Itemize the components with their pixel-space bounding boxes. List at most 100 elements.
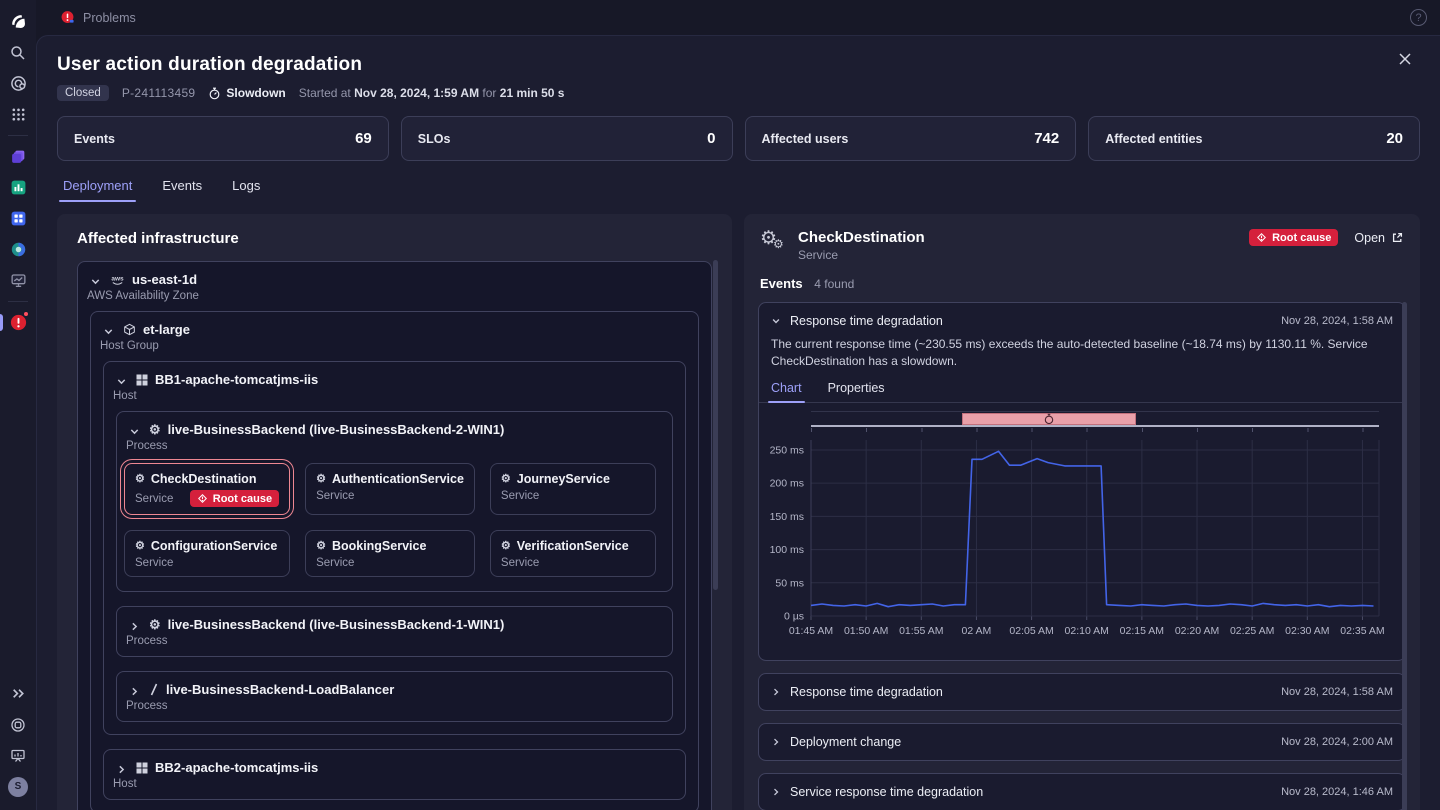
stat-label: Events (74, 131, 115, 146)
service-type: Service (500, 490, 540, 502)
app-launcher-icon[interactable] (0, 99, 36, 130)
clouds-app-icon[interactable] (0, 141, 36, 172)
node-name: BB2-apache-tomcatjms-iis (155, 760, 319, 775)
user-avatar[interactable]: S (0, 771, 36, 802)
tree-node-process-2-win1[interactable]: ⚙ live-BusinessBackend (live-BusinessBac… (116, 411, 673, 592)
tree-node-loadbalancer[interactable]: live-BusinessBackend-LoadBalancer Proces… (116, 671, 673, 722)
svg-text:01:45 AM: 01:45 AM (789, 625, 833, 637)
chevron-down-icon[interactable] (116, 376, 127, 387)
support-icon[interactable] (0, 709, 36, 740)
stat-value: 20 (1386, 130, 1403, 147)
chevron-right-icon[interactable] (129, 686, 140, 697)
tab-logs[interactable]: Logs (232, 178, 260, 202)
problem-window-highlight[interactable] (962, 412, 1137, 425)
chevron-right-icon[interactable] (116, 764, 127, 775)
svg-text:02:20 AM: 02:20 AM (1175, 625, 1219, 637)
warning-diamond-icon (1257, 233, 1267, 242)
svg-text:02:25 AM: 02:25 AM (1230, 625, 1274, 637)
usage-chart-icon[interactable] (0, 740, 36, 771)
service-type: Service (316, 490, 355, 502)
events-label: Events (760, 276, 803, 291)
service-chip-journeyservice[interactable]: ⚙ JourneyService Service (489, 463, 656, 515)
tree-node-availability-zone[interactable]: aws us-east-1d AWS Availability Zone et-… (77, 261, 712, 810)
tab-events[interactable]: Events (162, 178, 202, 202)
tree-node-host-bb1[interactable]: BB1-apache-tomcatjms-iis Host ⚙ live-Bus… (103, 361, 686, 735)
event-title: Response time degradation (790, 314, 943, 328)
event-card-collapsed[interactable]: Service response time degradation Nov 28… (758, 772, 1406, 810)
hosts-app-icon[interactable] (0, 265, 36, 296)
event-card-header[interactable]: Response time degradation Nov 28, 2024, … (759, 303, 1405, 328)
root-cause-badge: Root cause (1249, 229, 1339, 246)
event-description: The current response time (~230.55 ms) e… (771, 337, 1368, 368)
chevron-down-icon[interactable] (103, 326, 114, 337)
service-chip-bookingservice[interactable]: ⚙ BookingService Service (305, 530, 475, 577)
tree-node-host-group[interactable]: et-large Host Group BB1-apache-tomcatjms… (90, 311, 699, 810)
rail-divider (8, 135, 28, 136)
chevron-right-icon[interactable] (771, 687, 781, 697)
right-panel-scrollbar[interactable] (1402, 302, 1407, 810)
services-grid: ⚙ CheckDestination Service Root cause ⚙ … (117, 461, 672, 591)
node-type: Host Group (100, 340, 159, 352)
analytics-app-icon[interactable] (0, 172, 36, 203)
node-type: Process (126, 440, 168, 452)
node-type: Host (113, 390, 137, 402)
chart-timeline-strip[interactable] (811, 410, 1379, 427)
line-chart[interactable]: 0 µs 50 ms 100 ms 150 ms 200 ms 250 ms 01:45 A… (765, 432, 1387, 656)
stat-value: 0 (707, 130, 716, 147)
tree-node-host-bb2[interactable]: BB2-apache-tomcatjms-iis Host (103, 749, 686, 800)
svg-text:150 ms: 150 ms (770, 510, 804, 522)
slash-icon (149, 683, 159, 696)
event-card-collapsed[interactable]: Deployment change Nov 28, 2024, 2:00 AM (758, 722, 1406, 761)
node-type: Process (126, 700, 168, 712)
service-type: Service (316, 557, 355, 569)
svg-text:200 ms: 200 ms (770, 477, 804, 489)
stat-card-events[interactable]: Events 69 (57, 116, 389, 161)
gears-icon: ⚙ (149, 422, 161, 437)
close-icon[interactable] (1394, 48, 1416, 70)
tab-problems[interactable]: Problems (46, 0, 150, 35)
kubernetes-app-icon[interactable] (0, 234, 36, 265)
stat-card-slos[interactable]: SLOs 0 (400, 116, 733, 161)
svg-text:02 AM: 02 AM (962, 625, 992, 637)
tab-properties[interactable]: Properties (828, 381, 885, 402)
gears-icon: ⚙ (500, 539, 511, 552)
expand-rail-icon[interactable] (0, 678, 36, 709)
root-cause-badge: Root cause (189, 490, 280, 507)
tree-node-process-1-win1[interactable]: ⚙ live-BusinessBackend (live-BusinessBac… (116, 606, 673, 657)
notification-dot (23, 311, 29, 317)
gears-icon: ⚙ (500, 472, 511, 485)
node-name: live-BusinessBackend-LoadBalancer (166, 682, 395, 697)
chevron-down-icon[interactable] (771, 316, 781, 326)
chevron-right-icon[interactable] (129, 621, 140, 632)
svg-text:100 ms: 100 ms (770, 544, 804, 556)
gears-icon: ⚙ (149, 617, 161, 632)
stat-card-affected-users[interactable]: Affected users 742 (744, 116, 1077, 161)
tab-deployment[interactable]: Deployment (58, 178, 137, 202)
dynatrace-logo-icon[interactable] (0, 6, 36, 37)
problem-meta: Closed P-241113459 Slowdown Started at N… (57, 85, 1420, 101)
open-entity-button[interactable]: Open (1354, 231, 1404, 245)
service-chip-checkdestination[interactable]: ⚙ CheckDestination Service Root cause (124, 463, 291, 515)
service-chip-verificationservice[interactable]: ⚙ VerificationService Service (489, 530, 656, 577)
problems-app-icon[interactable] (0, 307, 36, 338)
gears-icon: ⚙ (135, 472, 145, 485)
search-icon[interactable] (0, 37, 36, 68)
get-started-icon[interactable] (0, 68, 36, 99)
chevron-right-icon[interactable] (771, 787, 781, 797)
stat-card-affected-entities[interactable]: Affected entities 20 (1088, 116, 1420, 161)
active-indicator (0, 314, 3, 331)
dashboards-app-icon[interactable] (0, 203, 36, 234)
help-icon[interactable]: ? (1410, 9, 1427, 26)
svg-text:02:35 AM: 02:35 AM (1340, 625, 1384, 637)
left-panel-scrollbar[interactable] (713, 260, 718, 590)
chevron-down-icon[interactable] (90, 276, 101, 287)
event-card-collapsed[interactable]: Response time degradation Nov 28, 2024, … (758, 672, 1406, 711)
service-chip-authenticationservice[interactable]: ⚙ AuthenticationService Service (305, 463, 475, 515)
response-time-chart[interactable]: 0 µs 50 ms 100 ms 150 ms 200 ms 250 ms 01:45 A… (759, 403, 1405, 660)
chevron-right-icon[interactable] (771, 737, 781, 747)
tab-chart[interactable]: Chart (768, 381, 805, 403)
event-title: Service response time degradation (790, 784, 984, 799)
service-chip-configurationservice[interactable]: ⚙ ConfigurationService Service (124, 530, 291, 577)
problem-detail-window: User action duration degradation Closed … (36, 35, 1440, 810)
chevron-down-icon[interactable] (129, 426, 140, 437)
